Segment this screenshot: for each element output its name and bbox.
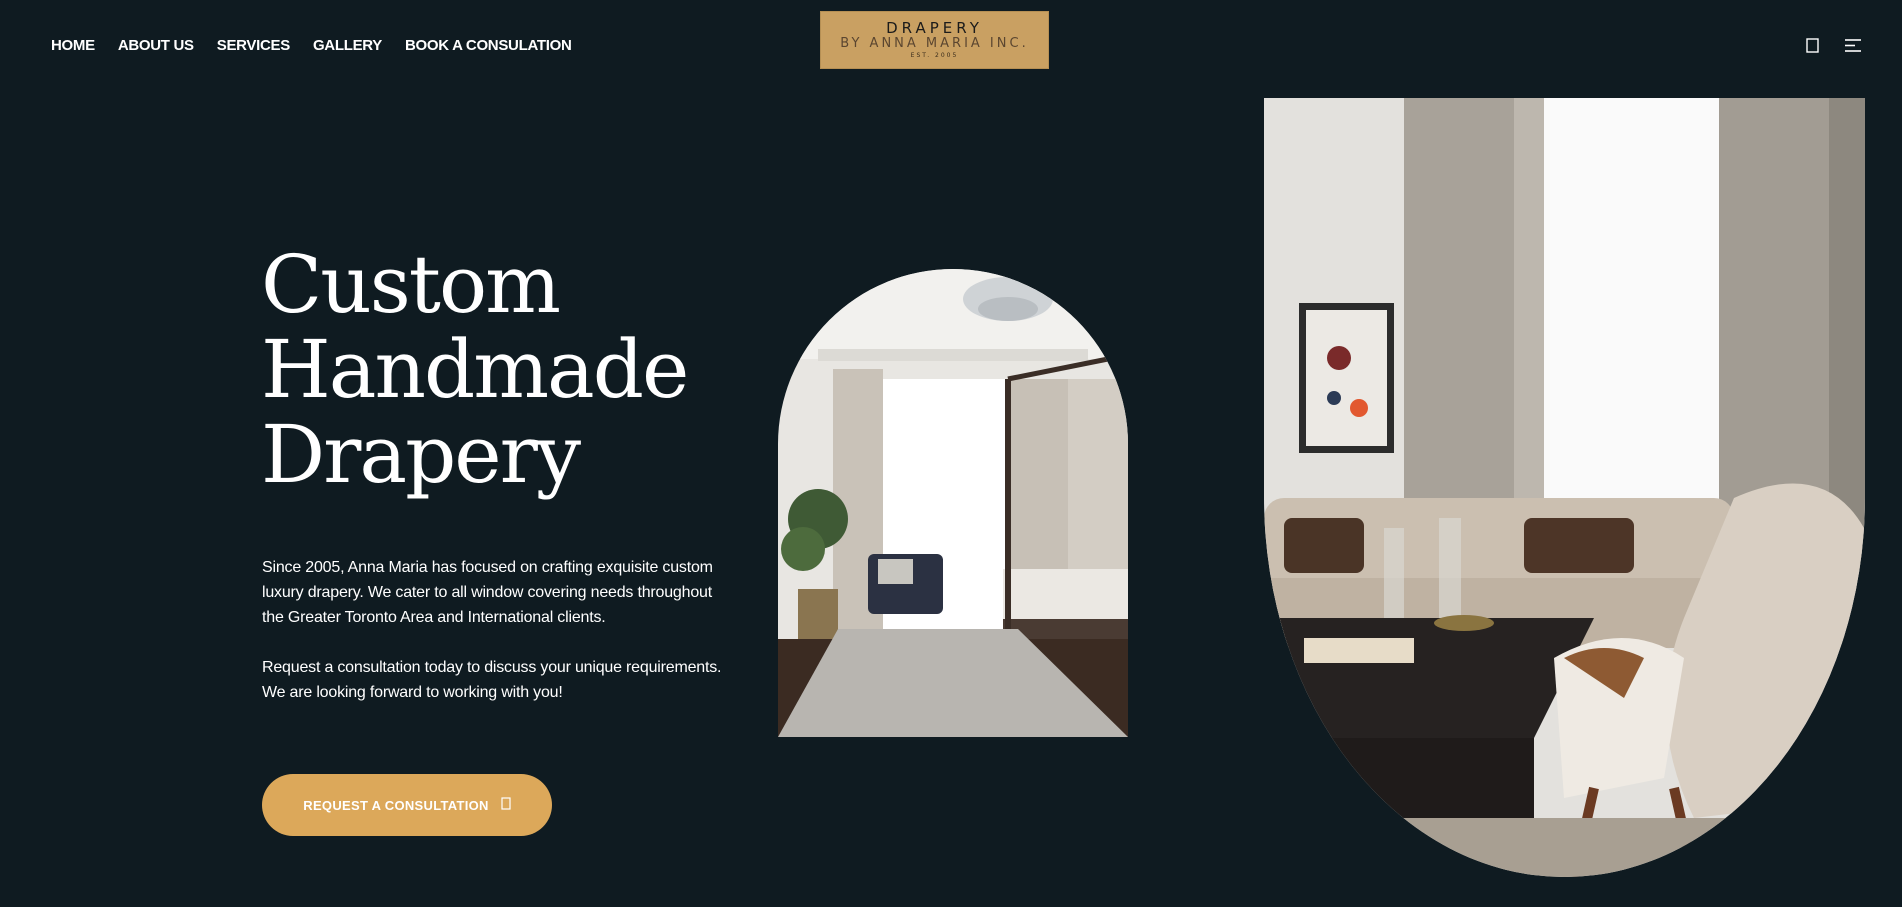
- hero-title-line: Handmade: [261, 323, 689, 416]
- logo-line-3: EST. 2005: [910, 52, 959, 59]
- arrow-icon: [501, 797, 511, 813]
- hero-title-line: Drapery: [261, 408, 581, 501]
- main-nav: HOME ABOUT US SERVICES GALLERY BOOK A CO…: [51, 37, 595, 54]
- nav-book-consultation[interactable]: BOOK A CONSULATION: [405, 37, 572, 54]
- logo-line-2: BY ANNA MARIA INC.: [840, 36, 1029, 51]
- nav-home[interactable]: HOME: [51, 37, 95, 54]
- bedroom-photo: [778, 269, 1128, 737]
- shopping-bag-icon[interactable]: [1806, 38, 1819, 53]
- logo[interactable]: DRAPERY BY ANNA MARIA INC. EST. 2005: [820, 11, 1049, 69]
- nav-about-us[interactable]: ABOUT US: [118, 37, 194, 54]
- request-consultation-button[interactable]: REQUEST A CONSULTATION: [262, 774, 552, 836]
- hero-intro-paragraph: Since 2005, Anna Maria has focused on cr…: [262, 559, 713, 626]
- logo-line-1: DRAPERY: [886, 19, 983, 37]
- nav-gallery[interactable]: GALLERY: [313, 37, 382, 54]
- hero-title: Custom Handmade Drapery: [261, 238, 689, 501]
- hero-cta-paragraph: Request a consultation today to discuss …: [262, 659, 722, 701]
- cta-label: REQUEST A CONSULTATION: [303, 797, 489, 813]
- living-room-photo: [1264, 98, 1865, 877]
- menu-icon[interactable]: [1844, 38, 1862, 53]
- nav-services[interactable]: SERVICES: [217, 37, 290, 54]
- hero-title-line: Custom: [261, 238, 561, 331]
